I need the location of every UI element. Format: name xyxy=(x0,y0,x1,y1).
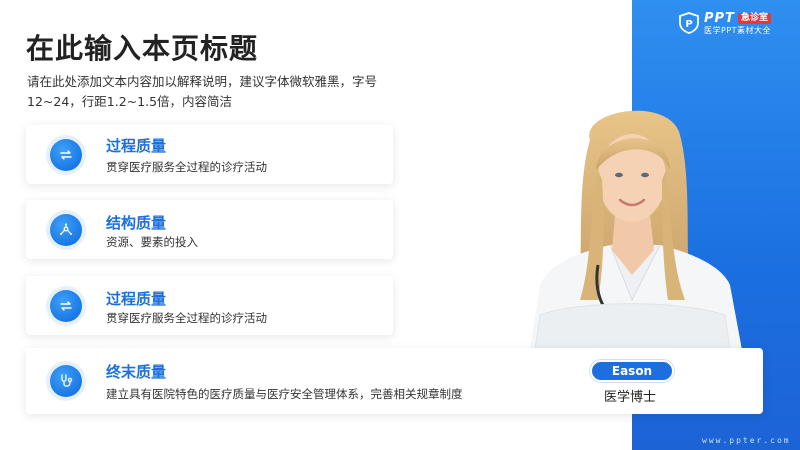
loop-arrows-icon xyxy=(50,139,82,171)
brand-logo: P PPT 急诊室 医学PPT素材大全 xyxy=(678,8,794,38)
card-desc: 建立具有医院特色的医疗质量与医疗安全管理体系，完善相关规章制度 xyxy=(106,387,463,401)
loop-arrows-icon xyxy=(50,290,82,322)
card-title: 过程质量 xyxy=(106,290,167,308)
brand-tag: 急诊室 xyxy=(737,12,771,24)
card-desc: 贯穿医疗服务全过程的诊疗活动 xyxy=(106,160,267,174)
brand-name: PPT xyxy=(704,10,735,26)
card-title: 终末质量 xyxy=(106,363,167,381)
page-title: 在此输入本页标题 xyxy=(26,32,259,65)
card-process-quality-1: 过程质量 贯穿医疗服务全过程的诊疗活动 xyxy=(26,125,393,184)
card-title: 结构质量 xyxy=(106,214,167,232)
shield-icon: P xyxy=(679,12,699,34)
card-process-quality-2: 过程质量 贯穿医疗服务全过程的诊疗活动 xyxy=(26,276,393,335)
network-icon xyxy=(50,214,82,246)
card-desc: 资源、要素的投入 xyxy=(106,235,198,249)
card-desc: 贯穿医疗服务全过程的诊疗活动 xyxy=(106,311,267,325)
stethoscope-icon xyxy=(50,365,82,397)
doctor-role: 医学博士 xyxy=(604,390,657,405)
doctor-photo xyxy=(530,110,742,350)
description-line-2: 12~24，行距1.2~1.5倍，内容简洁 xyxy=(27,94,233,109)
brand-subtitle: 医学PPT素材大全 xyxy=(704,25,772,35)
card-title: 过程质量 xyxy=(106,137,167,155)
svg-text:P: P xyxy=(685,19,692,30)
description-line-1: 请在此处添加文本内容加以解释说明，建议字体微软雅黑，字号 xyxy=(27,74,378,89)
page-description: 请在此处添加文本内容加以解释说明，建议字体微软雅黑，字号 12~24，行距1.2… xyxy=(27,72,417,112)
card-structure-quality: 结构质量 资源、要素的投入 xyxy=(26,200,393,259)
doctor-name-badge: Eason xyxy=(590,360,674,382)
website-watermark: www.ppter.com xyxy=(702,436,791,445)
